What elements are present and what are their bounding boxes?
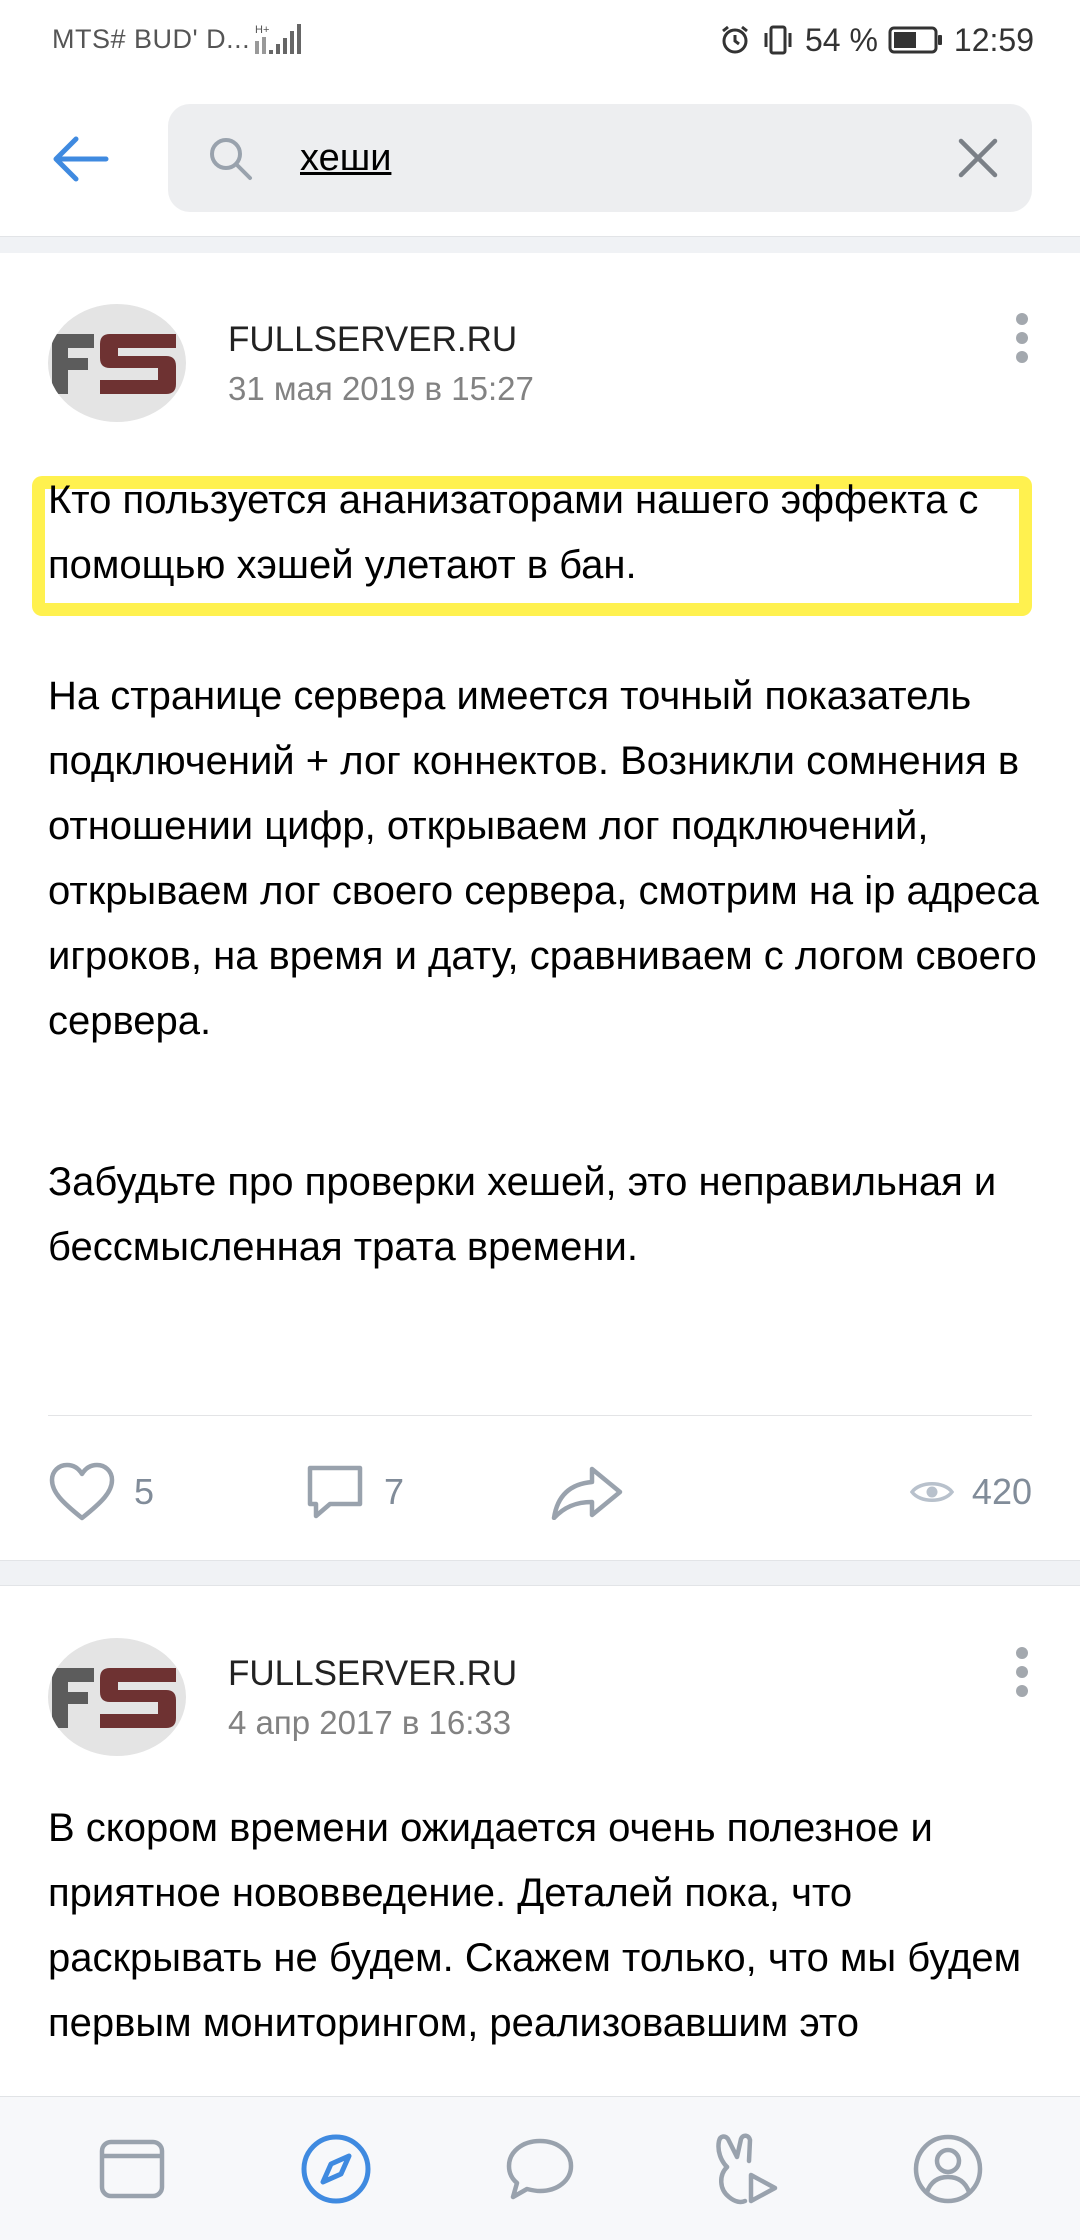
post-paragraph: Забудьте про проверки хешей, это неправи… [48,1160,997,1269]
compass-icon [301,2134,371,2203]
post-options-button[interactable] [1004,1642,1040,1702]
fullserver-logo [52,334,176,394]
comment-count: 7 [384,1471,405,1512]
nav-clips[interactable] [689,2119,799,2219]
post-separator [0,1560,1080,1586]
clips-icon [716,2133,778,2204]
more-vertical-icon [1016,313,1028,363]
post-paragraph: В скором времени ожидается очень полезно… [48,1806,1022,2045]
back-button[interactable] [40,126,120,192]
like-count: 5 [134,1471,155,1512]
post-options-button[interactable] [1004,308,1040,368]
alarm-icon [722,25,748,54]
clear-search-button[interactable] [954,134,1002,182]
arrow-left-icon [53,136,109,182]
carrier-name: MTS# BUD' D... [52,24,251,54]
battery-icon [888,26,942,54]
heart-icon [49,1462,115,1521]
share-icon [551,1466,623,1520]
post-author[interactable]: FULLSERVER.RU [228,1654,517,1694]
close-icon [958,138,998,178]
status-bar: MTS# BUD' D... H+ 54 % 12:59 [0,0,1080,82]
avatar[interactable] [48,1638,186,1756]
comment-button[interactable]: 7 [304,1452,404,1532]
network-type-label: H+ [255,24,269,36]
post-author[interactable]: FULLSERVER.RU [228,320,517,360]
battery-percent: 54 % [804,21,878,58]
post-date: 4 апр 2017 в 16:33 [228,1704,512,1741]
post-card: FULLSERVER.RU 31 мая 2019 в 15:27 Кто по… [0,252,1080,1560]
newsfeed-icon [99,2139,165,2198]
views-counter: 420 [909,1452,1032,1532]
signal-strength-icon: H+ [255,24,301,54]
post-actions: 5 7 420 [0,1452,1080,1532]
nav-profile[interactable] [893,2119,1003,2219]
status-indicators: 54 % 12:59 [719,18,1034,62]
post-paragraph: На странице сервера имеется точный показ… [48,674,1039,1043]
clock-time: 12:59 [953,21,1034,58]
avatar[interactable] [48,304,186,422]
like-button[interactable]: 5 [48,1452,154,1532]
vibrate-icon [764,25,792,55]
search-bar [168,104,1032,212]
header-separator [0,236,1080,253]
nav-newsfeed[interactable] [77,2119,187,2219]
actions-divider [48,1415,1032,1416]
comment-icon [307,1465,363,1519]
post-card: FULLSERVER.RU 4 апр 2017 в 16:33 В скоро… [0,1586,1080,2096]
search-icon [210,138,252,180]
views-count: 420 [971,1471,1032,1512]
eye-icon [909,1482,954,1502]
search-header [0,82,1080,236]
fullserver-logo [52,1668,176,1728]
bottom-navigation [0,2096,1080,2240]
post-date: 31 мая 2019 в 15:27 [228,370,534,407]
profile-icon [913,2134,983,2203]
messages-icon [506,2138,574,2199]
post-highlighted-text: Кто пользуется ананизаторами нашего эффе… [48,478,979,587]
search-input[interactable] [300,128,900,188]
nav-messages[interactable] [485,2119,595,2219]
nav-explore[interactable] [281,2119,391,2219]
more-vertical-icon [1016,1647,1028,1697]
share-button[interactable] [550,1452,624,1532]
